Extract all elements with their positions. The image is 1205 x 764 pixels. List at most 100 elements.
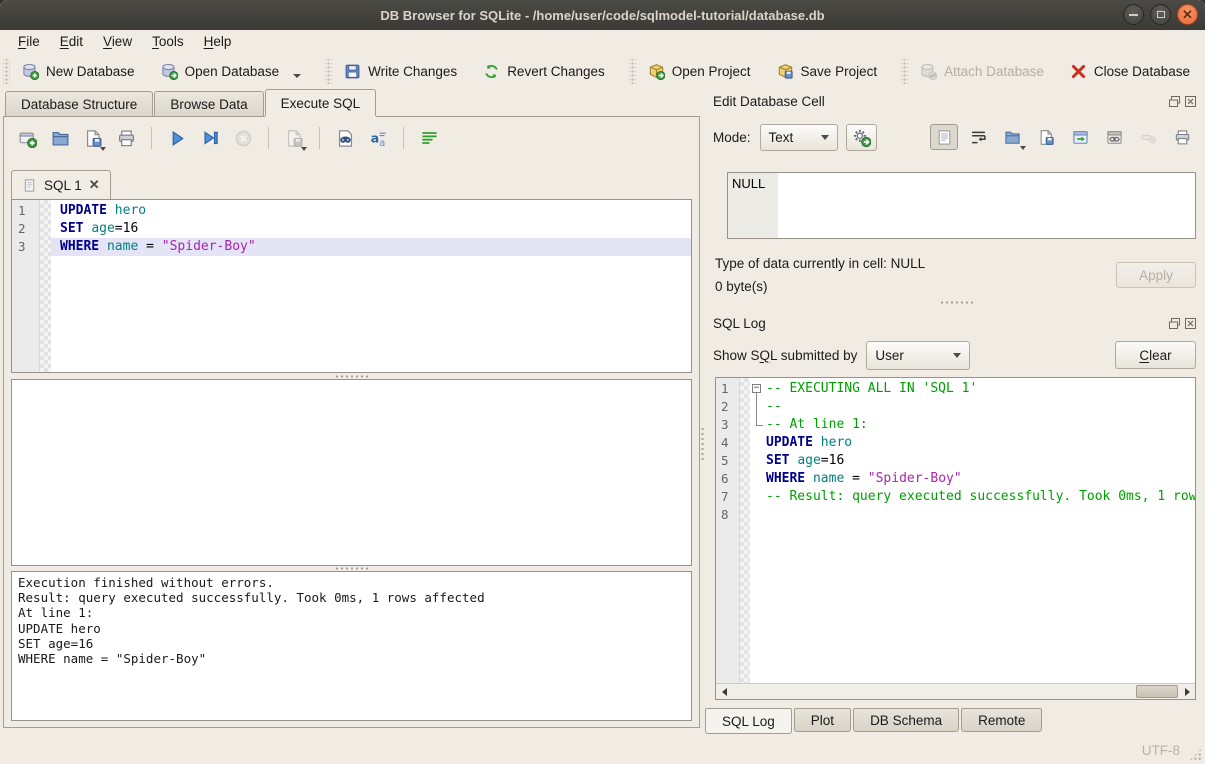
menu-edit[interactable]: Edit [50, 32, 93, 51]
menu-tools[interactable]: Tools [142, 32, 194, 51]
dock-tab-bar: SQL LogPlotDB SchemaRemote [705, 708, 1044, 734]
revert-changes-button[interactable]: Revert Changes [478, 59, 610, 84]
scroll-left-button[interactable] [716, 684, 732, 699]
import-cell-button[interactable] [998, 124, 1026, 150]
dock-tab-plot[interactable]: Plot [794, 708, 851, 732]
horizontal-scrollbar[interactable] [716, 683, 1195, 699]
execute-all-icon [168, 129, 187, 148]
new-database-button[interactable]: New Database [17, 59, 140, 84]
mode-select[interactable]: Text [760, 124, 838, 151]
project-save-icon [777, 63, 794, 80]
scrollbar-thumb[interactable] [1136, 685, 1178, 698]
open-project-button[interactable]: Open Project [643, 59, 756, 84]
tab-close-icon[interactable]: ✕ [89, 177, 100, 193]
apply-button[interactable]: Apply [1116, 262, 1196, 288]
save-results-button[interactable] [281, 125, 307, 151]
toolbar-handle[interactable] [3, 59, 10, 84]
menu-view[interactable]: View [93, 32, 142, 51]
dock-tab-db-schema[interactable]: DB Schema [853, 708, 959, 732]
code-line: 6WHERE name = "Spider-Boy" [716, 470, 1195, 488]
line-number: 2 [721, 398, 729, 416]
save-sql-file-button[interactable] [80, 125, 106, 151]
save-cell-button[interactable] [1032, 124, 1060, 150]
chevron-down-icon [301, 147, 307, 151]
new-tab-button[interactable] [14, 125, 40, 151]
chevron-down-icon[interactable] [293, 74, 301, 78]
sql-log-title: SQL Log [713, 316, 766, 331]
resize-grip-icon[interactable] [1189, 748, 1202, 761]
toolbar-separator [403, 127, 404, 149]
dock-tab-sql-log[interactable]: SQL Log [705, 708, 792, 734]
find-replace-icon [336, 129, 355, 148]
results-grid[interactable] [11, 379, 692, 566]
toolbar-separator [151, 127, 152, 149]
tab-browse-data[interactable]: Browse Data [154, 91, 263, 116]
print-icon [117, 129, 136, 148]
open-sql-file-button[interactable] [47, 125, 73, 151]
menu-file[interactable]: File [8, 32, 50, 51]
export-cell-button[interactable] [1066, 124, 1094, 150]
save-cell-icon [1038, 129, 1055, 146]
find-replace-button[interactable] [332, 125, 358, 151]
line-number: 3 [18, 238, 26, 256]
cell-type-info: Type of data currently in cell: NULL [715, 256, 925, 271]
line-number: 8 [721, 506, 729, 524]
close-panel-icon[interactable] [1185, 96, 1196, 107]
close-database-button[interactable]: Close Database [1065, 59, 1195, 84]
tab-execute-sql[interactable]: Execute SQL [265, 89, 377, 116]
print-button[interactable] [113, 125, 139, 151]
stop-button[interactable] [230, 125, 256, 151]
fold-marker[interactable]: − [750, 380, 764, 398]
toolbar-handle[interactable] [901, 59, 908, 84]
sql-document-tab[interactable]: SQL 1 ✕ [11, 170, 111, 199]
close-panel-icon[interactable] [1185, 318, 1196, 329]
encoding-indicator: UTF-8 [1142, 743, 1180, 758]
attach-database-button[interactable]: Attach Database [915, 59, 1049, 84]
scroll-right-button[interactable] [1179, 684, 1195, 699]
menu-help[interactable]: Help [194, 32, 242, 51]
dock-tab-remote[interactable]: Remote [961, 708, 1042, 732]
write-changes-button[interactable]: Write Changes [339, 59, 462, 84]
maximize-button[interactable] [1150, 4, 1171, 25]
code-text: -- At line 1: [766, 416, 868, 434]
fold-collapse-icon[interactable]: − [752, 384, 761, 393]
float-panel-icon[interactable] [1169, 318, 1180, 329]
sql-code-lines: 1UPDATE hero2SET age=163WHERE name = "Sp… [12, 202, 691, 256]
set-null-button[interactable] [1134, 124, 1162, 150]
save-project-button[interactable]: Save Project [772, 59, 883, 84]
code-line: 7-- Result: query executed successfully.… [716, 488, 1195, 506]
open-database-button[interactable]: Open Database [156, 59, 307, 84]
print-cell-button[interactable] [1168, 124, 1196, 150]
minimize-button[interactable] [1123, 4, 1144, 25]
wrap-cell-button[interactable] [964, 124, 992, 150]
sql-log-view[interactable]: 1−-- EXECUTING ALL IN 'SQL 1'2--3-- At l… [715, 377, 1196, 700]
cell-value-editor[interactable]: NULL [727, 172, 1196, 239]
titlebar[interactable]: DB Browser for SQLite - /home/user/code/… [0, 0, 1205, 30]
toolbar-handle[interactable] [325, 59, 332, 84]
code-text: -- Result: query executed successfully. … [766, 488, 1196, 506]
print-cell-icon [1174, 129, 1191, 146]
word-wrap-icon [420, 129, 439, 148]
word-wrap-button[interactable] [416, 125, 442, 151]
clear-log-button[interactable]: Clear [1115, 341, 1196, 369]
fold-marker[interactable] [750, 416, 764, 434]
log-filter-select[interactable]: User [866, 341, 970, 370]
auto-switch-mode-button[interactable] [846, 124, 877, 151]
toolbar-separator [319, 127, 320, 149]
close-button[interactable]: ✕ [1177, 4, 1198, 25]
auto-format-button[interactable]: aa [365, 125, 391, 151]
cell-log-splitter[interactable] [940, 300, 974, 305]
code-line: 3WHERE name = "Spider-Boy" [12, 238, 691, 256]
line-number: 2 [18, 220, 26, 238]
save-results-icon [285, 129, 304, 148]
text-mode-button[interactable] [930, 124, 958, 150]
execute-line-button[interactable] [197, 125, 223, 151]
toolbar-handle[interactable] [629, 59, 636, 84]
sql-editor[interactable]: 1UPDATE hero2SET age=163WHERE name = "Sp… [11, 199, 692, 373]
execute-all-button[interactable] [164, 125, 190, 151]
float-panel-icon[interactable] [1169, 96, 1180, 107]
log-panel-controls [1169, 318, 1196, 329]
tab-database-structure[interactable]: Database Structure [5, 91, 153, 116]
fold-marker[interactable] [750, 398, 764, 416]
link-cell-button[interactable] [1100, 124, 1128, 150]
